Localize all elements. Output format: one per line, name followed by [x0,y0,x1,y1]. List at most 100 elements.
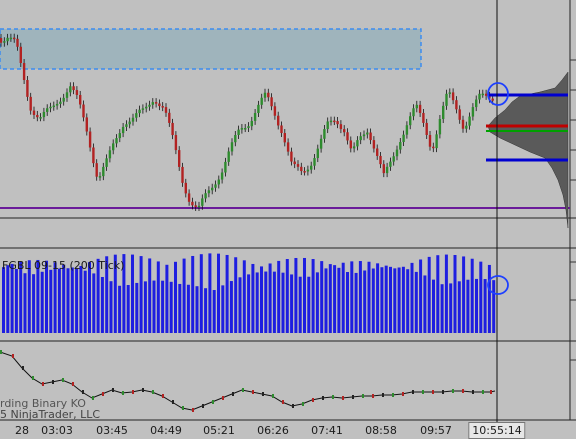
circle-marker-icon[interactable] [487,275,509,295]
volume-bar [100,276,104,333]
candle-body [349,140,352,149]
candle-body [267,92,270,98]
volume-bar [212,290,216,333]
candle-body [98,176,102,178]
lower-indicator-mark [382,393,384,397]
candle-body [392,156,395,162]
volume-bar [333,265,337,333]
volume-bar [337,267,341,333]
volume-bar [251,263,255,333]
time-tick: 28 [15,424,29,437]
candle-body [270,97,273,107]
candle-body [247,126,250,129]
volume-bar [182,258,186,333]
candle-body [224,161,227,173]
candle-body [181,166,184,183]
candle-body [356,140,359,147]
candle-body [115,138,118,144]
volume-bar [109,281,113,333]
candle-body [178,150,181,167]
volume-bar [118,285,122,333]
candle-body [158,103,161,107]
candle-body [415,104,418,109]
candle-body [59,101,62,104]
lower-indicator-mark [312,398,314,402]
lower-indicator-mark [392,393,394,397]
lower-indicator-mark [242,388,244,392]
candle-body [0,38,3,43]
lower-indicator-mark [352,395,354,399]
candle-body [29,96,32,111]
candle-body [306,169,310,172]
candle-body [52,105,55,108]
lower-indicator-mark [482,390,484,394]
lower-indicator-mark [342,396,344,400]
lower-indicator-mark [442,390,444,394]
volume-bar [414,271,418,333]
ninjatrader-chart-window: FGBL 09-15 (200 Tick) rding Binary KO 5 … [0,0,576,439]
candle-body [191,201,194,206]
candle-body [428,134,432,147]
candle-body [260,97,263,105]
candle-body [484,93,488,96]
volume-bar [10,263,14,333]
volume-bar [225,254,229,333]
volume-bar [75,268,79,333]
candle-body [273,106,277,116]
candle-body [65,92,69,98]
volume-bar [470,258,474,333]
candle-body [128,121,131,125]
supply-zone-rectangle[interactable] [0,28,422,70]
candle-body [310,165,313,170]
time-tick: 05:21 [203,424,235,437]
candle-body [418,104,422,113]
lower-indicator-mark [232,392,234,396]
volume-bar [221,285,225,333]
volume-bar [406,269,410,333]
candle-body [395,149,399,157]
volume-bar [487,264,491,333]
candle-body [250,120,253,127]
candle-body [290,151,293,162]
candle-body [465,125,468,129]
volume-bar [169,281,173,333]
price-volume-chart[interactable] [0,0,576,439]
lower-indicator-mark [362,394,364,398]
candle-body [336,121,339,125]
lower-indicator-mark [102,392,104,396]
volume-bar [466,279,470,333]
candle-body [171,122,174,136]
candle-body [141,108,145,110]
time-tick: 07:41 [311,424,343,437]
volume-bar [307,276,311,333]
volume-bar [229,281,233,333]
candle-body [161,106,164,108]
candle-body [359,136,362,141]
volume-bar [320,261,324,333]
candle-body [244,128,247,130]
candle-body [201,198,204,206]
volume-bar [298,276,302,333]
candle-body [227,151,230,162]
candle-body [458,109,461,120]
candle-body [88,131,92,148]
volume-bar [315,272,319,333]
candle-body [435,134,438,149]
lower-indicator-mark [122,391,124,395]
volume-bar [178,283,182,333]
lower-indicator-mark [322,396,324,400]
volume-bar [492,280,496,333]
volume-bar [285,259,289,333]
volume-bar [6,265,10,333]
volume-bar [436,255,440,333]
copyright-line-2: 5 NinjaTrader, LLC [0,408,101,421]
candle-body [475,99,478,108]
candle-body [118,133,121,139]
candle-body [412,108,415,117]
candle-body [22,63,26,81]
candle-body [154,102,158,104]
candle-body [42,111,46,118]
candle-body [432,146,435,149]
lower-indicator-mark [202,404,204,408]
volume-bar [53,262,57,333]
